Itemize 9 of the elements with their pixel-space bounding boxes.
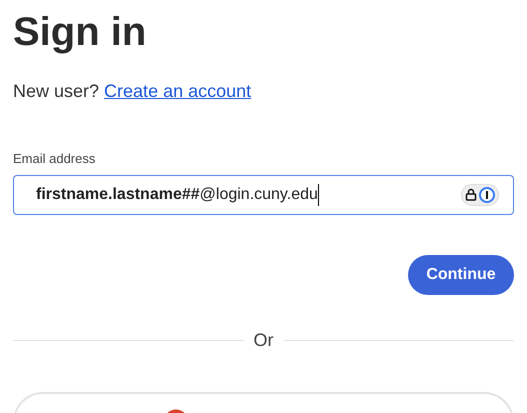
new-user-prompt: New user? (13, 80, 100, 103)
password-manager-icon[interactable] (461, 184, 499, 206)
email-value: firstname.lastname##@login.cuny.edu (36, 184, 318, 204)
continue-button[interactable]: Continue (408, 254, 514, 294)
page-title: Sign in (13, 12, 148, 52)
field-label: Email address (13, 150, 96, 168)
email-field[interactable]: firstname.lastname##@login.cuny.edu (13, 174, 514, 214)
create-account-link[interactable]: Create an account (104, 78, 252, 105)
divider-label: Or (254, 328, 274, 352)
